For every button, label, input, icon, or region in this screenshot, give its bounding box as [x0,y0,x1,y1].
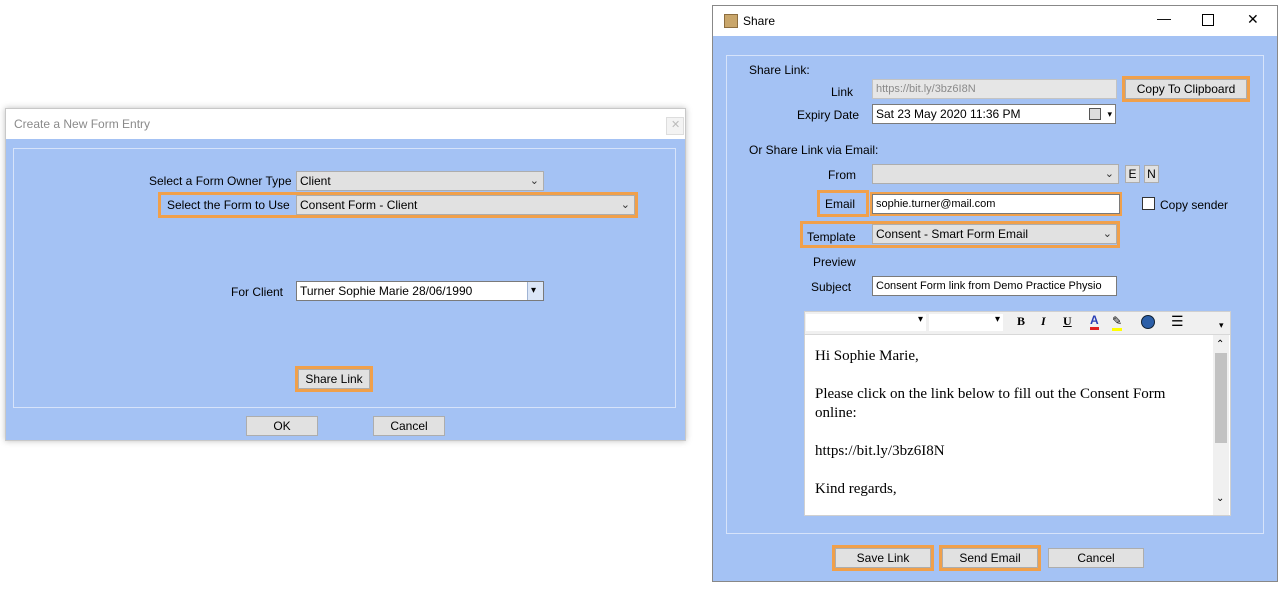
email-heading: Or Share Link via Email: [749,143,879,157]
chevron-down-icon: ▾ [1107,109,1112,119]
minimize-icon[interactable]: — [1157,10,1171,26]
e-button[interactable]: E [1125,165,1140,183]
close-icon: ✕ [671,119,681,131]
link-field[interactable]: https://bit.ly/3bz6I8N [872,79,1117,99]
editor-scrollbar[interactable]: ⌃ ⌄ [1213,335,1229,515]
dialog-title: Create a New Form Entry [14,117,151,131]
from-label: From [828,168,856,182]
close-icon[interactable]: ✕ [1247,11,1259,28]
client-select[interactable]: Turner Sophie Marie 28/06/1990 ▾ [296,281,544,301]
calendar-icon[interactable] [1089,108,1101,120]
editor-line: Kind regards, [815,481,897,497]
close-button[interactable]: ✕ [666,117,684,135]
chevron-down-icon: ⌄ [1104,168,1114,180]
font-color-button[interactable]: A [1090,314,1099,330]
editor-line: online: [815,405,857,421]
subject-field[interactable]: Consent Form link from Demo Practice Phy… [872,276,1117,296]
editor-body[interactable]: Hi Sophie Marie, Please click on the lin… [805,335,1213,515]
title-bar: Share — ✕ [713,6,1277,36]
italic-button[interactable]: I [1041,314,1046,329]
font-size-select[interactable]: ▾ [929,314,1003,331]
scroll-up-icon[interactable]: ⌃ [1216,339,1224,350]
create-form-entry-dialog: Create a New Form Entry ✕ Select a Form … [5,108,686,441]
underline-button[interactable]: U [1063,314,1072,329]
owner-type-select[interactable]: Client ⌄ [296,171,544,191]
title-bar: Create a New Form Entry ✕ [6,109,685,139]
scroll-down-icon[interactable]: ⌄ [1216,493,1224,504]
send-email-button[interactable]: Send Email [942,548,1038,568]
editor-line: Please click on the link below to fill o… [815,386,1166,402]
n-button[interactable]: N [1144,165,1159,183]
ok-button[interactable]: OK [246,416,318,436]
copy-sender-label: Copy sender [1160,198,1229,212]
form-label: Select the Form to Use [167,198,290,212]
chevron-down-icon: ▾ [531,285,537,296]
toolbar-more-icon[interactable]: ▾ [1219,320,1224,331]
chevron-down-icon: ▾ [917,314,923,325]
maximize-icon[interactable] [1202,14,1214,26]
expiry-date-picker[interactable]: Sat 23 May 2020 11:36 PM ▾ [872,104,1116,124]
preview-label: Preview [813,255,856,269]
email-label: Email [825,197,856,211]
chevron-down-icon: ⌄ [1102,228,1112,240]
editor-line: https://bit.ly/3bz6I8N [815,443,945,459]
form-select[interactable]: Consent Form - Client ⌄ [296,195,635,215]
owner-type-label: Select a Form Owner Type [149,174,292,188]
share-app-icon [724,14,738,28]
font-name-select[interactable]: ▾ [806,314,926,331]
editor-toolbar: ▾ ▾ B I U A ✎ ☰ ▾ [805,312,1230,335]
highlight-icon[interactable]: ✎ [1112,315,1123,331]
copy-to-clipboard-button[interactable]: Copy To Clipboard [1125,79,1247,99]
save-link-button[interactable]: Save Link [835,548,931,568]
bold-button[interactable]: B [1017,314,1025,329]
client-label: For Client [231,285,284,299]
email-editor: ▾ ▾ B I U A ✎ ☰ ▾ Hi Sophie Marie, Pleas… [804,311,1231,516]
email-field[interactable]: sophie.turner@mail.com [872,194,1120,214]
share-link-button[interactable]: Share Link [298,369,370,389]
share-link-heading: Share Link: [749,63,810,77]
share-dialog: Share — ✕ Share Link: Link https://bit.l… [712,5,1278,582]
copy-sender-checkbox[interactable] [1142,197,1155,210]
expiry-label: Expiry Date [797,108,860,122]
template-select[interactable]: Consent - Smart Form Email ⌄ [872,224,1117,244]
dialog-title: Share [743,14,776,28]
chevron-down-icon: ⌄ [620,199,630,211]
cancel-button[interactable]: Cancel [1048,548,1144,568]
from-select[interactable]: ⌄ [872,164,1119,184]
cancel-button[interactable]: Cancel [373,416,445,436]
chevron-down-icon: ▾ [994,314,1000,325]
align-left-icon[interactable]: ☰ [1171,313,1184,330]
link-globe-icon[interactable] [1141,315,1155,329]
link-label: Link [831,85,854,99]
scroll-thumb[interactable] [1215,353,1227,443]
editor-line: Hi Sophie Marie, [815,348,919,364]
template-label: Template [807,230,856,244]
subject-label: Subject [811,280,852,294]
dropdown-arrow[interactable]: ▾ [527,282,543,300]
chevron-down-icon: ⌄ [529,175,539,187]
